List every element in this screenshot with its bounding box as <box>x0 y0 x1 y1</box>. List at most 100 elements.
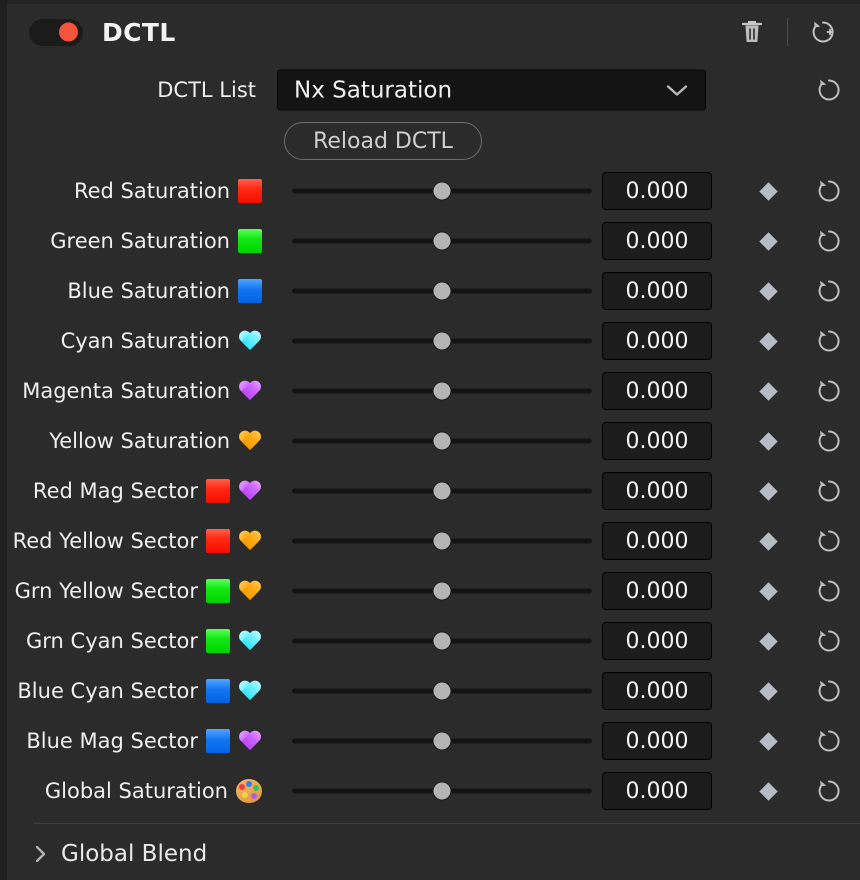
param-slider[interactable] <box>292 231 592 251</box>
dctl-panel: DCTL DCTL List Nx Saturation <box>0 0 860 880</box>
param-value-field[interactable]: 0.000 <box>602 572 712 610</box>
param-reset-icon[interactable] <box>809 371 849 411</box>
param-row: Blue Saturation0.000 <box>7 266 860 316</box>
slider-thumb[interactable] <box>434 733 451 750</box>
dctl-list-label: DCTL List <box>157 78 256 102</box>
param-value-field[interactable]: 0.000 <box>602 522 712 560</box>
param-reset-icon[interactable] <box>809 171 849 211</box>
param-value-field[interactable]: 0.000 <box>602 322 712 360</box>
param-reset-icon[interactable] <box>809 521 849 561</box>
param-value-field[interactable]: 0.000 <box>602 172 712 210</box>
param-value-field[interactable]: 0.000 <box>602 622 712 660</box>
diamond-keyframe-icon[interactable] <box>757 380 779 402</box>
diamond-keyframe-icon[interactable] <box>757 230 779 252</box>
slider-thumb[interactable] <box>434 783 451 800</box>
cyan-heart-icon <box>238 680 262 702</box>
param-row: Grn Yellow Sector0.000 <box>7 566 860 616</box>
param-reset-icon[interactable] <box>809 471 849 511</box>
param-label: Red Mag Sector <box>33 479 262 503</box>
reload-dctl-button[interactable]: Reload DCTL <box>284 122 482 160</box>
slider-thumb[interactable] <box>434 633 451 650</box>
param-reset-icon[interactable] <box>809 771 849 811</box>
slider-thumb[interactable] <box>434 683 451 700</box>
yellow-heart-icon <box>238 580 262 602</box>
slider-thumb[interactable] <box>434 233 451 250</box>
diamond-keyframe-icon[interactable] <box>757 180 779 202</box>
diamond-keyframe-icon[interactable] <box>757 680 779 702</box>
param-value-field[interactable]: 0.000 <box>602 422 712 460</box>
param-slider[interactable] <box>292 331 592 351</box>
param-value-field[interactable]: 0.000 <box>602 722 712 760</box>
blue-square-icon <box>238 279 262 303</box>
param-value-text: 0.000 <box>626 329 689 354</box>
param-reset-icon[interactable] <box>809 571 849 611</box>
param-value-text: 0.000 <box>626 279 689 304</box>
param-label: Red Saturation <box>74 179 262 203</box>
param-label-text: Yellow Saturation <box>49 431 230 452</box>
dctl-list-dropdown[interactable]: Nx Saturation <box>277 70 706 111</box>
diamond-keyframe-icon[interactable] <box>757 530 779 552</box>
slider-thumb[interactable] <box>434 433 451 450</box>
slider-thumb[interactable] <box>434 333 451 350</box>
param-slider[interactable] <box>292 581 592 601</box>
param-reset-icon[interactable] <box>809 421 849 461</box>
param-value-field[interactable]: 0.000 <box>602 372 712 410</box>
reset-add-icon[interactable] <box>804 13 842 51</box>
slider-thumb[interactable] <box>434 533 451 550</box>
param-row: Red Mag Sector 0.000 <box>7 466 860 516</box>
diamond-keyframe-icon[interactable] <box>757 580 779 602</box>
param-reset-icon[interactable] <box>809 221 849 261</box>
slider-thumb[interactable] <box>434 483 451 500</box>
diamond-keyframe-icon[interactable] <box>757 280 779 302</box>
header-divider <box>787 18 788 46</box>
param-row: Blue Mag Sector0.000 <box>7 716 860 766</box>
green-square-icon <box>238 229 262 253</box>
param-slider[interactable] <box>292 281 592 301</box>
diamond-keyframe-icon[interactable] <box>757 730 779 752</box>
param-slider[interactable] <box>292 681 592 701</box>
slider-thumb[interactable] <box>434 283 451 300</box>
param-reset-icon[interactable] <box>809 321 849 361</box>
trash-icon[interactable] <box>733 13 771 51</box>
param-reset-icon[interactable] <box>809 621 849 661</box>
param-value-text: 0.000 <box>626 529 689 554</box>
param-slider[interactable] <box>292 531 592 551</box>
param-slider[interactable] <box>292 481 592 501</box>
param-row: Green Saturation0.000 <box>7 216 860 266</box>
slider-thumb[interactable] <box>434 383 451 400</box>
slider-thumb[interactable] <box>434 183 451 200</box>
param-label-text: Red Saturation <box>74 181 230 202</box>
param-value-field[interactable]: 0.000 <box>602 272 712 310</box>
param-row: Red Saturation 0.000 <box>7 166 860 216</box>
param-label-text: Red Yellow Sector <box>13 531 198 552</box>
param-slider[interactable] <box>292 431 592 451</box>
diamond-keyframe-icon[interactable] <box>757 330 779 352</box>
diamond-keyframe-icon[interactable] <box>757 780 779 802</box>
param-value-field[interactable]: 0.000 <box>602 672 712 710</box>
diamond-keyframe-icon[interactable] <box>757 480 779 502</box>
param-value-field[interactable]: 0.000 <box>602 222 712 260</box>
diamond-keyframe-icon[interactable] <box>757 630 779 652</box>
param-row: Grn Cyan Sector0.000 <box>7 616 860 666</box>
param-reset-icon[interactable] <box>809 721 849 761</box>
cyan-heart-icon <box>238 330 262 352</box>
diamond-keyframe-icon[interactable] <box>757 430 779 452</box>
cyan-heart-icon <box>238 630 262 652</box>
dctl-enable-toggle[interactable] <box>29 19 83 46</box>
dctl-list-selected-value: Nx Saturation <box>294 77 452 103</box>
param-value-field[interactable]: 0.000 <box>602 472 712 510</box>
global-blend-section-header[interactable]: Global Blend <box>33 833 207 875</box>
param-slider[interactable] <box>292 381 592 401</box>
param-slider[interactable] <box>292 731 592 751</box>
dctl-list-reset-icon[interactable] <box>809 70 849 110</box>
param-slider[interactable] <box>292 181 592 201</box>
param-value-field[interactable]: 0.000 <box>602 772 712 810</box>
param-slider[interactable] <box>292 631 592 651</box>
param-row: Red Yellow Sector 0.000 <box>7 516 860 566</box>
param-reset-icon[interactable] <box>809 271 849 311</box>
green-square-icon <box>206 579 230 603</box>
param-reset-icon[interactable] <box>809 671 849 711</box>
param-slider[interactable] <box>292 781 592 801</box>
reload-row: Reload DCTL <box>7 118 860 162</box>
slider-thumb[interactable] <box>434 583 451 600</box>
